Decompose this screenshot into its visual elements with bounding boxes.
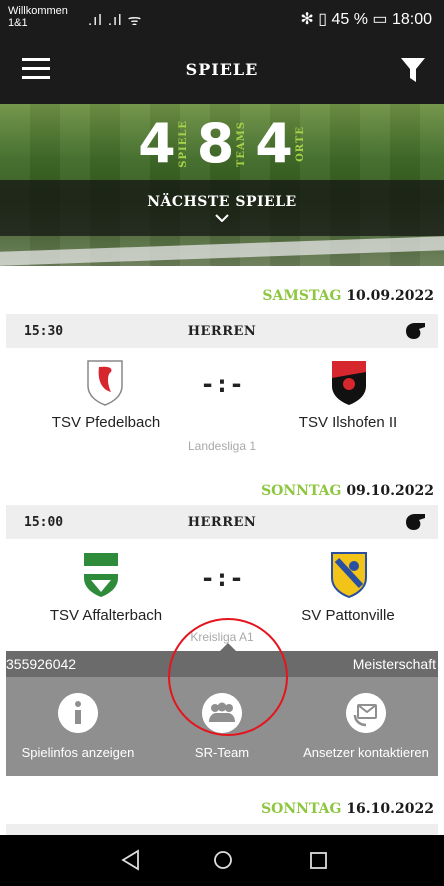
action-label: SR-Team: [194, 745, 250, 760]
match-id: 355926042: [6, 656, 77, 672]
day-date: 09.10.2022: [346, 483, 434, 499]
home-team: TSV Pfedelbach: [51, 414, 161, 431]
stat-number: 4: [138, 112, 176, 175]
pitch-line: [0, 235, 444, 266]
carrier-text: Willkommen 1&1: [8, 5, 68, 29]
match-category: HERREN: [187, 324, 257, 339]
day-name: SAMSTAG: [262, 288, 342, 304]
stat-label: SPIELE: [177, 120, 189, 168]
signal-icons: .ıl .ıl ᯤ: [88, 12, 143, 29]
day-date: 16.10.2022: [346, 801, 434, 817]
carrier-line1: Willkommen: [8, 5, 68, 17]
home-team: TSV Affalterbach: [49, 607, 163, 624]
away-crest-icon: [331, 552, 367, 598]
status-bar: Willkommen 1&1 .ıl .ıl ᯤ ✻ ▯ 45 % ▭ 18:0…: [0, 0, 444, 36]
stat-number: 8: [196, 112, 235, 175]
system-nav-bar: [0, 835, 444, 886]
mail-phone-icon: [346, 693, 386, 733]
home-icon[interactable]: [208, 845, 238, 875]
status-right: ✻ ▯ 45 % ▭ 18:00: [300, 11, 432, 28]
match-score: -:-: [200, 370, 244, 398]
day-name: SONNTAG: [261, 801, 342, 817]
league-name: Landesliga 1: [187, 439, 257, 453]
next-games-button[interactable]: NÄCHSTE SPIELE: [0, 180, 444, 236]
away-team: SV Pattonville: [301, 607, 395, 624]
action-label: Ansetzer kontaktieren: [303, 745, 429, 760]
away-team: TSV Ilshofen II: [298, 414, 398, 431]
recents-icon[interactable]: [303, 845, 333, 875]
away-crest-icon: [332, 361, 366, 405]
match-header[interactable]: 15:00 HERREN: [6, 505, 438, 539]
chevron-down-icon: [215, 214, 229, 222]
whistle-icon: [406, 514, 425, 530]
next-games-label: NÄCHSTE SPIELE: [147, 194, 297, 210]
day-header: SAMSTAG 10.09.2022: [0, 288, 444, 304]
day-header: SONNTAG 16.10.2022: [0, 801, 444, 817]
hero-banner: 4 SPIELE 8 TEAMS 4 ORTE NÄCHSTE SPIELE: [0, 104, 444, 266]
filter-icon[interactable]: [400, 56, 426, 84]
match-header[interactable]: 15:30 HERREN: [6, 314, 438, 348]
carrier-line2: 1&1: [8, 17, 28, 29]
info-icon: [58, 693, 98, 733]
match-header[interactable]: [6, 824, 438, 835]
stat-label: ORTE: [294, 126, 306, 162]
day-header: SONNTAG 09.10.2022: [0, 483, 444, 499]
stat-number: 4: [255, 112, 293, 175]
stat-label: TEAMS: [236, 120, 248, 168]
stat-teams: 8 TEAMS: [197, 114, 248, 174]
show-match-info-button[interactable]: Spielinfos anzeigen: [6, 677, 150, 776]
match-score: -:-: [200, 564, 244, 592]
stat-places: 4 ORTE: [255, 114, 306, 174]
contact-scheduler-button[interactable]: Ansetzer kontaktieren: [294, 677, 438, 776]
stats-row: 4 SPIELE 8 TEAMS 4 ORTE: [0, 114, 444, 174]
match-category: HERREN: [187, 515, 257, 530]
action-label: Spielinfos anzeigen: [21, 745, 135, 760]
stat-games: 4 SPIELE: [138, 114, 189, 174]
page-title: SPIELE: [185, 60, 259, 79]
whistle-icon: [406, 323, 425, 339]
highlight-annotation-circle: [168, 618, 288, 736]
back-icon[interactable]: [116, 845, 146, 875]
app-bar: SPIELE: [0, 36, 444, 104]
day-date: 10.09.2022: [346, 288, 434, 304]
day-name: SONNTAG: [261, 483, 342, 499]
competition: Meisterschaft: [352, 656, 436, 672]
